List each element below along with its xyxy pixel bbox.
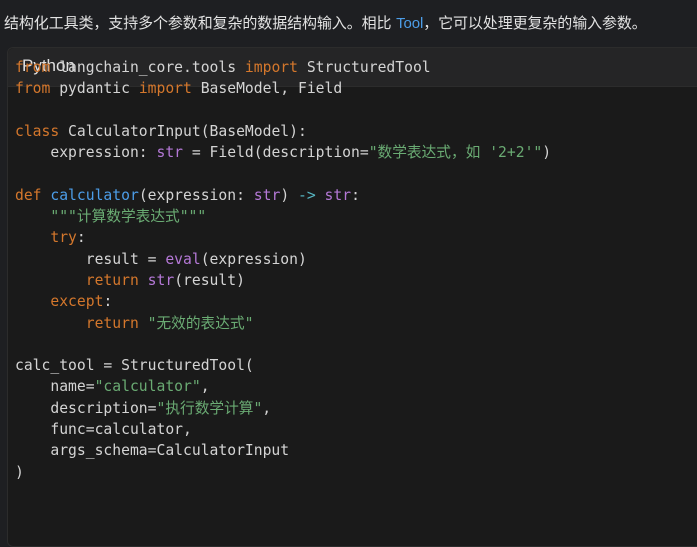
code-token: : xyxy=(103,293,113,311)
code-token: try xyxy=(50,229,77,247)
code-token: : xyxy=(351,186,360,204)
code-token: return xyxy=(85,314,139,332)
intro-text-before: 结构化工具类，支持多个参数和复杂的数据结构输入。相比 xyxy=(4,14,397,32)
code-token: , xyxy=(262,399,272,417)
code-line: def calculator(expression: str) -> str: xyxy=(15,185,551,206)
code-token: except xyxy=(50,293,104,311)
code-token: ) xyxy=(15,463,24,481)
code-token: -> xyxy=(298,186,316,204)
code-token: str xyxy=(324,186,352,204)
code-token: , xyxy=(200,378,210,396)
code-token: : xyxy=(76,229,86,247)
code-line: description="执行数学计算", xyxy=(15,398,551,419)
code-token: """计算数学表达式""" xyxy=(15,208,207,226)
code-token: def xyxy=(15,186,42,204)
code-token: func=calculator, xyxy=(15,421,192,439)
code-token: eval xyxy=(165,250,201,268)
code-token: "无效的表达式" xyxy=(147,314,254,332)
code-line: result = eval(expression) xyxy=(15,249,551,270)
code-token: expression: xyxy=(15,144,157,162)
code-token: (result) xyxy=(174,271,245,289)
code-token: result = xyxy=(15,250,166,268)
code-token: langchain_core.tools xyxy=(50,59,245,76)
code-token: "calculator" xyxy=(94,378,201,396)
intro-text-after: ，它可以处理更复杂的输入参数。 xyxy=(423,14,647,32)
code-token: pydantic xyxy=(50,80,139,98)
code-token: calc_tool = StructuredTool( xyxy=(15,357,254,375)
code-line: calc_tool = StructuredTool( xyxy=(15,355,551,376)
code-token: name= xyxy=(15,378,95,396)
code-token: str xyxy=(156,144,184,162)
code-token: = Field(description= xyxy=(183,144,369,162)
code-line: expression: str = Field(description="数学表… xyxy=(15,142,551,163)
code-token: str xyxy=(147,271,175,289)
code-line: return "无效的表达式" xyxy=(15,313,551,334)
code-content: from langchain_core.tools import Structu… xyxy=(15,57,551,483)
code-token: args_schema=CalculatorInput xyxy=(15,442,290,460)
code-token: ) xyxy=(542,144,552,162)
code-token: return xyxy=(85,271,139,289)
intro-paragraph: 结构化工具类，支持多个参数和复杂的数据结构输入。相比 Tool，它可以处理更复杂… xyxy=(4,13,697,34)
code-line: except: xyxy=(15,291,551,312)
code-token: "执行数学计算" xyxy=(156,399,263,417)
code-token: from xyxy=(15,59,51,76)
code-token: description= xyxy=(15,399,157,417)
code-token: StructuredTool xyxy=(297,59,431,76)
code-line: args_schema=CalculatorInput xyxy=(15,440,551,461)
code-line: from pydantic import BaseModel, Field xyxy=(15,78,551,99)
code-token: from xyxy=(15,80,51,98)
code-line: name="calculator", xyxy=(15,376,551,397)
tool-link[interactable]: Tool xyxy=(396,15,423,32)
code-token: ) xyxy=(280,186,298,204)
code-token: class xyxy=(15,122,60,140)
code-line: try: xyxy=(15,227,551,248)
code-token: str xyxy=(253,186,281,204)
code-token: calculator xyxy=(50,186,139,204)
code-line: class CalculatorInput(BaseModel): xyxy=(15,121,551,142)
code-line: """计算数学表达式""" xyxy=(15,206,551,227)
code-token: import xyxy=(138,80,192,98)
code-token: BaseModel, Field xyxy=(191,80,343,98)
code-token: (expression: xyxy=(138,186,254,204)
code-token: import xyxy=(244,59,298,76)
code-token: (expression) xyxy=(200,250,307,268)
code-line: from langchain_core.tools import Structu… xyxy=(15,57,551,78)
code-line: func=calculator, xyxy=(15,419,551,440)
code-line: ) xyxy=(15,462,551,483)
code-line: return str(result) xyxy=(15,270,551,291)
code-token: CalculatorInput(BaseModel): xyxy=(59,122,307,140)
code-token: "数学表达式，如 '2+2'" xyxy=(368,144,543,162)
